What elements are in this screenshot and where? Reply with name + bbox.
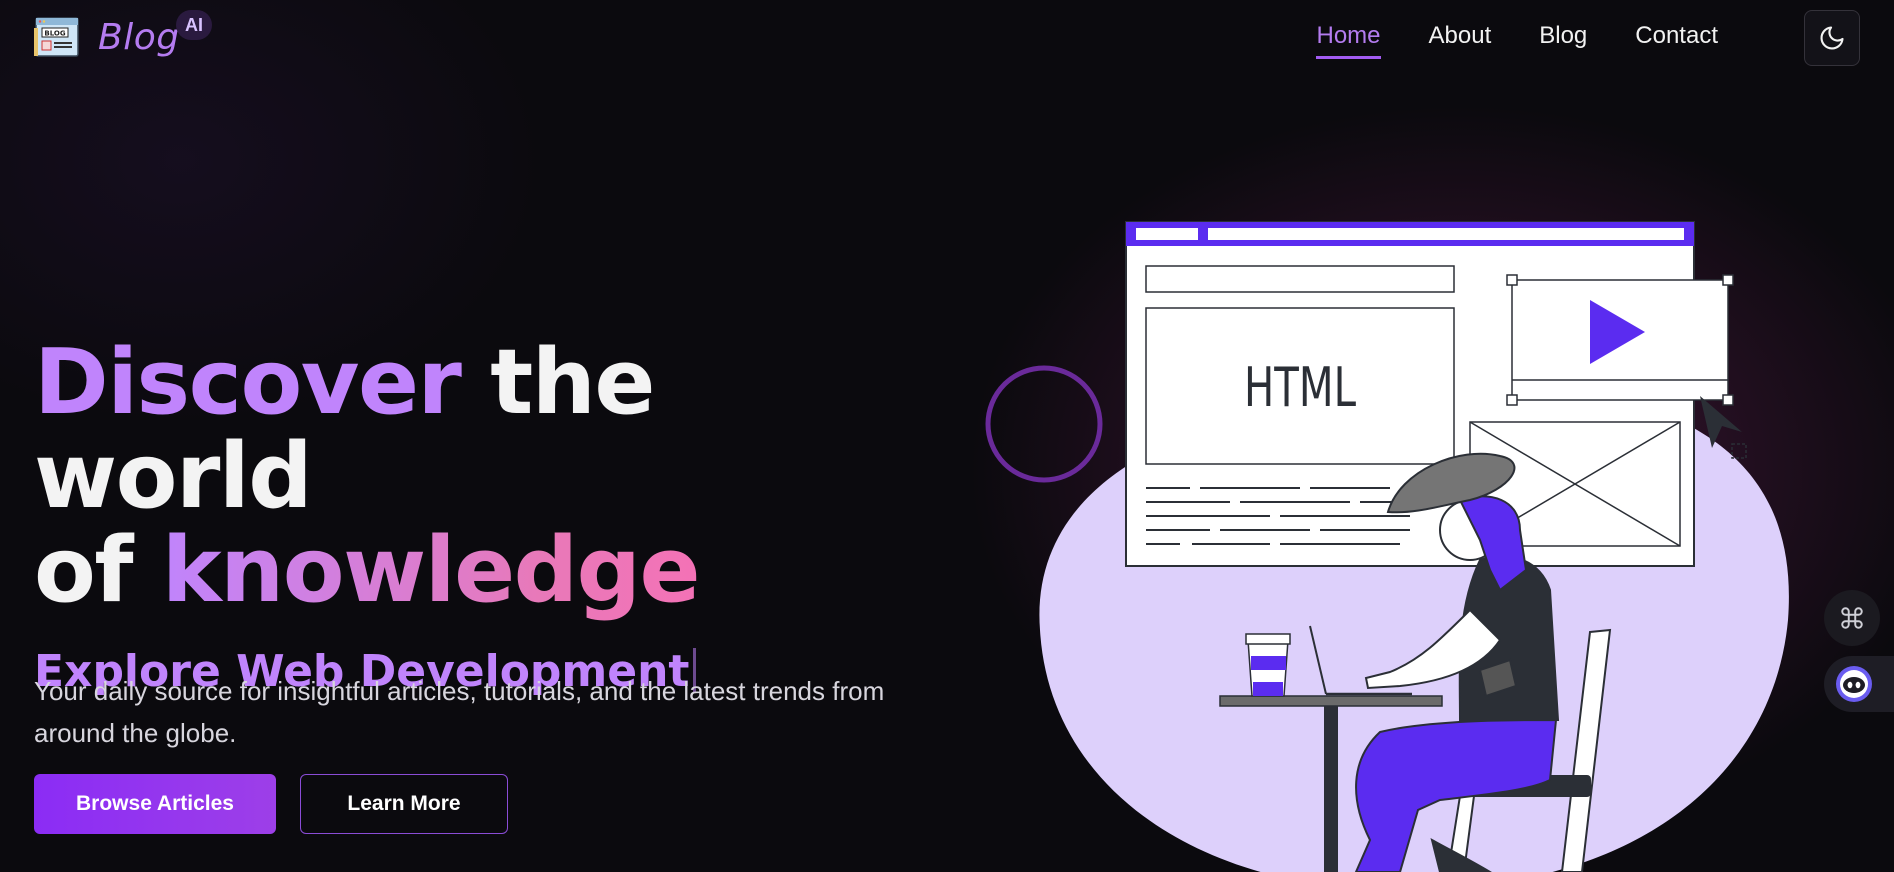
hero-buttons: Browse Articles Learn More [34, 774, 508, 834]
command-icon [1841, 607, 1863, 629]
html-panel-text: HTML [1244, 356, 1356, 419]
headline-knowledge: knowledge [161, 518, 701, 623]
page: BLOG Blog AI Home About Blog Contact Dis… [0, 0, 1894, 872]
blog-logo-icon: BLOG [34, 17, 79, 57]
top-nav-bar: BLOG Blog AI Home About Blog Contact [0, 0, 1894, 80]
hero-illustration: HTML [985, 221, 1789, 872]
site-logo[interactable]: BLOG Blog AI [34, 10, 212, 60]
learn-more-button[interactable]: Learn More [300, 774, 508, 834]
hero-description: Your daily source for insightful article… [34, 676, 885, 748]
assistant-float-button[interactable] [1824, 656, 1894, 712]
main-nav: Home About Blog Contact [1316, 22, 1718, 59]
headline-of: of [34, 518, 162, 623]
moon-icon [1820, 26, 1844, 50]
shortcut-float-button[interactable] [1824, 590, 1880, 646]
nav-home[interactable]: Home [1316, 22, 1381, 59]
nav-about[interactable]: About [1429, 22, 1492, 59]
decorative-ring [985, 365, 1103, 483]
logo-text: Blog [98, 16, 180, 58]
assistant-face-icon [1836, 666, 1872, 702]
nav-blog[interactable]: Blog [1539, 22, 1587, 59]
ai-badge: AI [176, 10, 212, 40]
hero-headline: Discover the world of knowledge [34, 336, 934, 618]
hero-section: Discover the world of knowledge Explore … [34, 336, 934, 698]
nav-contact[interactable]: Contact [1635, 22, 1718, 59]
headline-discover: Discover [34, 330, 462, 435]
theme-toggle-button[interactable] [1804, 10, 1860, 66]
logo-icon-label: BLOG [44, 30, 65, 38]
browse-articles-button[interactable]: Browse Articles [34, 774, 276, 834]
